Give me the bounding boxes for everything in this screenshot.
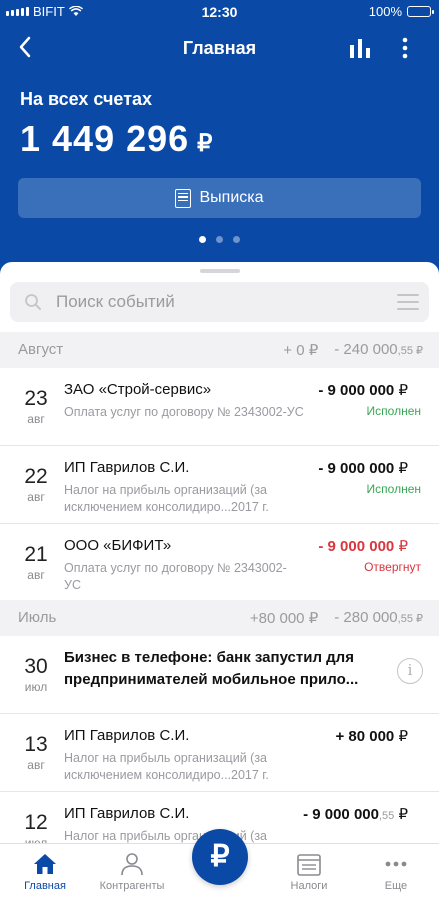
event-month: авг bbox=[27, 568, 45, 582]
search-bar[interactable] bbox=[10, 282, 429, 322]
event-month: июл bbox=[24, 680, 48, 694]
filter-icon[interactable] bbox=[397, 294, 419, 310]
event-description: Оплата услуг по договору № 2343002-УС bbox=[64, 405, 304, 419]
event-row[interactable]: 21 авг ООО «БИФИТ» Оплата услуг по догов… bbox=[0, 524, 439, 602]
event-counterparty: ИП Гаврилов С.И. bbox=[64, 727, 190, 744]
month-expense-cents: ,55 ₽ bbox=[397, 613, 423, 625]
search-icon bbox=[25, 294, 41, 310]
month-header: Июль +80 000 ₽ - 280 000,55 ₽ bbox=[0, 600, 439, 636]
event-status: Отвергнут bbox=[364, 560, 421, 574]
status-bar: BIFIT 12:30 100% bbox=[0, 0, 439, 24]
event-day: 22 bbox=[24, 465, 48, 488]
news-title: Бизнес в телефоне: банк запустил для пре… bbox=[64, 649, 359, 688]
event-counterparty: ООО «БИФИТ» bbox=[64, 537, 172, 554]
event-counterparty: ИП Гаврилов С.И. bbox=[64, 805, 190, 822]
event-status: Исполнен bbox=[366, 404, 421, 418]
tab-label: Контрагенты bbox=[99, 880, 165, 892]
month-name: Июль bbox=[18, 609, 57, 626]
event-row[interactable]: 23 авг ЗАО «Строй-сервис» Оплата услуг п… bbox=[0, 368, 439, 446]
event-month: авг bbox=[27, 758, 45, 772]
tab-taxes[interactable]: Налоги bbox=[269, 852, 349, 892]
balance-label: На всех счетах bbox=[20, 89, 153, 109]
more-vertical-icon[interactable] bbox=[396, 35, 414, 61]
page-dot-active bbox=[199, 236, 206, 243]
month-expense: - 280 000 bbox=[334, 609, 398, 626]
event-day: 21 bbox=[24, 543, 48, 566]
event-month: авг bbox=[27, 412, 45, 426]
payment-fab-button[interactable]: ₽ bbox=[192, 829, 248, 885]
event-month: авг bbox=[27, 490, 45, 504]
bar-chart-icon[interactable] bbox=[348, 36, 372, 60]
event-description: Налог на прибыль организаций (за исключе… bbox=[64, 483, 269, 514]
event-counterparty: ЗАО «Строй-сервис» bbox=[64, 381, 212, 398]
event-amount: - 9 000 000 ₽ bbox=[318, 538, 408, 555]
month-expense-cents: ,55 ₽ bbox=[397, 345, 423, 357]
balance-amount: 1 449 296 ₽ bbox=[20, 118, 213, 160]
tab-more[interactable]: Еще bbox=[356, 852, 436, 892]
statement-button[interactable]: Выписка bbox=[18, 178, 421, 218]
nav-bar: Главная bbox=[0, 30, 439, 66]
news-row[interactable]: 30 июл Бизнес в телефоне: банк запустил … bbox=[0, 636, 439, 714]
tab-counterparties[interactable]: Контрагенты bbox=[92, 852, 172, 892]
page-dot bbox=[233, 236, 240, 243]
page-title: Главная bbox=[182, 38, 257, 58]
statement-button-label: Выписка bbox=[199, 189, 264, 206]
month-header: Август + 0 ₽ - 240 000,55 ₽ bbox=[0, 332, 439, 368]
event-day: 12 bbox=[24, 811, 48, 834]
events-sheet: Август + 0 ₽ - 240 000,55 ₽ 23 авг ЗАО «… bbox=[0, 262, 439, 900]
tab-label: Главная bbox=[24, 880, 66, 892]
month-expense: - 240 000 bbox=[334, 341, 398, 358]
balance-value: 1 449 296 bbox=[20, 118, 190, 159]
event-amount: - 9 000 000 ₽ bbox=[318, 382, 408, 399]
tab-label: Еще bbox=[384, 880, 408, 892]
tab-home[interactable]: Главная bbox=[5, 852, 85, 892]
event-counterparty: ИП Гаврилов С.И. bbox=[64, 459, 190, 476]
event-amount: - 9 000 000,55 ₽ bbox=[303, 806, 408, 823]
month-income: + 0 ₽ bbox=[283, 342, 319, 359]
event-status: Исполнен bbox=[366, 482, 421, 496]
more-dots-icon bbox=[385, 861, 407, 867]
month-income: +80 000 ₽ bbox=[249, 610, 319, 627]
person-icon bbox=[121, 853, 143, 876]
event-day: 13 bbox=[24, 733, 48, 756]
event-day: 30 bbox=[24, 655, 48, 678]
document-icon bbox=[175, 188, 192, 208]
tab-label: Налоги bbox=[290, 880, 328, 892]
calendar-icon bbox=[297, 854, 321, 876]
event-day: 23 bbox=[24, 387, 48, 410]
search-input[interactable] bbox=[56, 282, 376, 322]
info-icon[interactable]: i bbox=[397, 658, 423, 684]
battery-percent: 100% bbox=[368, 4, 402, 19]
page-dot bbox=[216, 236, 223, 243]
month-name: Август bbox=[18, 341, 64, 358]
header: BIFIT 12:30 100% Главная На всех счетах … bbox=[0, 0, 439, 290]
battery-icon bbox=[407, 6, 434, 17]
sheet-grabber[interactable] bbox=[200, 269, 240, 273]
page-indicator[interactable] bbox=[0, 236, 439, 243]
balance-currency: ₽ bbox=[197, 130, 214, 157]
event-amount: - 9 000 000 ₽ bbox=[318, 460, 408, 477]
event-row[interactable]: 22 авг ИП Гаврилов С.И. Налог на прибыль… bbox=[0, 446, 439, 524]
event-row[interactable]: 13 авг ИП Гаврилов С.И. Налог на прибыль… bbox=[0, 714, 439, 792]
home-icon bbox=[34, 854, 56, 874]
event-amount: + 80 000 ₽ bbox=[335, 728, 408, 745]
event-description: Налог на прибыль организаций (за исключе… bbox=[64, 751, 269, 782]
event-description: Оплата услуг по договору № 2343002- УС bbox=[64, 561, 287, 592]
